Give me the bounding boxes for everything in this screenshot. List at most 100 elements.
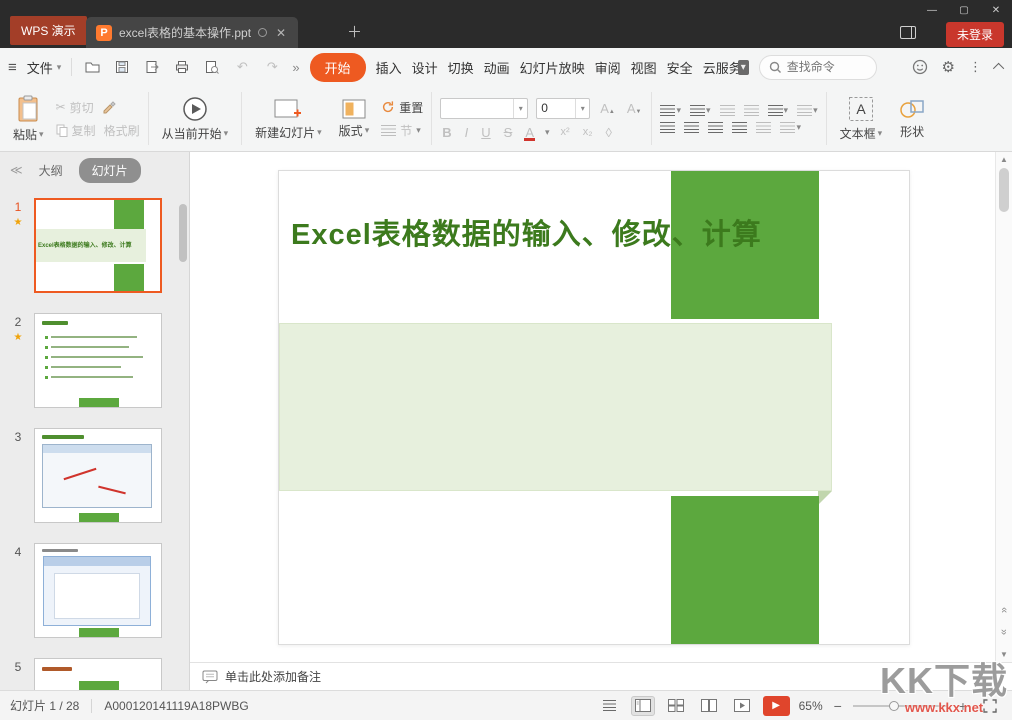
menu-tab-transition[interactable]: 切换 xyxy=(448,58,474,77)
zoom-slider[interactable] xyxy=(853,699,948,713)
panel-scrollbar[interactable] xyxy=(179,192,187,686)
scroll-up-icon[interactable]: ▲ xyxy=(996,155,1012,164)
cut-button[interactable]: ✂剪切 xyxy=(56,99,94,116)
reset-button[interactable]: 重置 xyxy=(381,99,423,116)
justify-button[interactable] xyxy=(732,122,747,133)
collapse-ribbon-icon[interactable] xyxy=(993,63,1004,74)
textbox-button[interactable]: A 文本框▾ xyxy=(835,94,888,144)
open-folder-icon[interactable] xyxy=(82,57,102,77)
save-icon[interactable] xyxy=(112,57,132,77)
thumbnail-card[interactable] xyxy=(34,313,162,408)
superscript-button[interactable]: x² xyxy=(559,126,572,138)
underline-button[interactable]: U xyxy=(479,125,492,140)
collapse-panel-icon[interactable]: ≪ xyxy=(10,163,23,177)
tab-close-icon[interactable]: ✕ xyxy=(274,26,288,40)
thumbnail-card[interactable] xyxy=(34,543,162,638)
bullets-button[interactable]: ▾ xyxy=(660,105,681,116)
previous-slide-button[interactable]: « xyxy=(996,600,1012,618)
format-painter-button[interactable]: 格式刷 xyxy=(104,122,140,139)
font-size-combo[interactable]: ▾ xyxy=(536,98,590,119)
print-preview-icon[interactable] xyxy=(202,57,222,77)
chevron-down-icon[interactable]: ▾ xyxy=(575,99,589,118)
slide-thumbnail-2[interactable]: 2 ★ xyxy=(6,313,189,408)
thumbnail-card[interactable] xyxy=(34,428,162,523)
notes-bar[interactable]: 单击此处添加备注 xyxy=(190,662,1012,690)
file-menu[interactable]: 文件 ▾ xyxy=(27,58,62,77)
menu-tab-slideshow[interactable]: 幻灯片放映 xyxy=(520,58,585,77)
scroll-down-icon[interactable]: ▼ xyxy=(996,650,1012,659)
document-tab[interactable]: P excel表格的基本操作.ppt ✕ xyxy=(86,17,298,48)
new-tab-button[interactable]: ＋ xyxy=(347,21,362,42)
close-button[interactable]: ✕ xyxy=(980,0,1012,20)
main-scrollbar[interactable]: ▲ « « ▼ xyxy=(995,152,1012,662)
distribute-button[interactable] xyxy=(756,122,771,133)
play-slideshow-button[interactable]: ▶ xyxy=(763,696,790,716)
copy-button[interactable]: 复制 xyxy=(56,122,96,139)
menu-tab-design[interactable]: 设计 xyxy=(412,58,438,77)
numbering-button[interactable]: ▾ xyxy=(690,105,711,116)
export-icon[interactable] xyxy=(142,57,162,77)
menu-tab-home[interactable]: 开始 xyxy=(310,53,366,82)
print-icon[interactable] xyxy=(172,57,192,77)
font-name-combo[interactable]: ▾ xyxy=(440,98,528,119)
zoom-in-button[interactable]: + xyxy=(957,698,969,714)
maximize-button[interactable]: ▢ xyxy=(948,0,980,20)
search-input[interactable] xyxy=(787,60,867,74)
menu-tabs-overflow-icon[interactable]: ▾ xyxy=(738,60,749,75)
decrease-indent-button[interactable] xyxy=(720,105,735,116)
play-from-current-button[interactable]: 从当前开始▾ xyxy=(157,94,234,144)
menu-tab-insert[interactable]: 插入 xyxy=(376,58,402,77)
main-scrollbar-thumb[interactable] xyxy=(999,168,1009,212)
task-pane-toggle-icon[interactable] xyxy=(900,26,916,39)
slide-green-rect-bottom[interactable] xyxy=(671,496,819,644)
subscript-button[interactable]: x₂ xyxy=(581,126,595,138)
slide-thumbnail-3[interactable]: 3 xyxy=(6,428,189,523)
settings-gear-icon[interactable]: ⚙ xyxy=(942,58,955,76)
quick-access-overflow-icon[interactable]: » xyxy=(292,60,299,75)
hamburger-icon[interactable]: ≡ xyxy=(8,59,17,76)
slide-thumbnail-1[interactable]: 1 ★ Excel表格数据的输入、修改、计算 xyxy=(6,198,189,293)
zoom-value[interactable]: 65% xyxy=(799,699,823,713)
font-size-input[interactable] xyxy=(537,101,575,115)
feedback-smiley-icon[interactable] xyxy=(912,59,928,75)
minimize-button[interactable]: — xyxy=(916,0,948,20)
text-direction-button[interactable]: ▾ xyxy=(797,105,818,116)
increase-indent-button[interactable] xyxy=(744,105,759,116)
menu-tab-security[interactable]: 安全 xyxy=(667,58,693,77)
slide-editor-canvas[interactable]: Excel表格数据的输入、修改、计算 xyxy=(190,152,995,662)
next-slide-button[interactable]: « xyxy=(996,622,1012,640)
slide-thumbnail-5[interactable]: 5 xyxy=(6,658,189,690)
command-search[interactable] xyxy=(759,55,877,80)
section-button[interactable]: 节 ▾ xyxy=(381,122,423,139)
thumbnail-card[interactable] xyxy=(34,658,162,690)
menu-tab-review[interactable]: 审阅 xyxy=(595,58,621,77)
zoom-out-button[interactable]: − xyxy=(832,698,844,714)
more-options-icon[interactable]: ⋮ xyxy=(969,59,982,75)
undo-icon[interactable]: ↶ xyxy=(232,57,252,77)
clear-format-button[interactable]: ◊ xyxy=(603,125,613,140)
grow-font-button[interactable]: A▲ xyxy=(598,101,617,116)
strikethrough-button[interactable]: S xyxy=(502,125,515,140)
notes-toggle-icon[interactable] xyxy=(598,696,622,716)
align-right-button[interactable] xyxy=(708,122,723,133)
thumbnail-card[interactable]: Excel表格数据的输入、修改、计算 xyxy=(34,198,162,293)
italic-button[interactable]: I xyxy=(463,125,471,140)
redo-icon[interactable]: ↷ xyxy=(262,57,282,77)
font-color-button[interactable]: A xyxy=(523,125,536,140)
font-name-input[interactable] xyxy=(441,101,513,115)
menu-tab-animation[interactable]: 动画 xyxy=(484,58,510,77)
panel-scrollbar-thumb[interactable] xyxy=(179,204,187,262)
view-reading-button[interactable] xyxy=(697,696,721,716)
line-spacing-button[interactable]: ▾ xyxy=(768,105,789,116)
paste-button[interactable]: 粘贴▾ xyxy=(8,93,49,145)
slide-title-band[interactable] xyxy=(279,323,832,491)
fit-slide-button[interactable] xyxy=(978,696,1002,716)
wps-app-button[interactable]: WPS 演示 xyxy=(10,16,87,45)
view-normal-button[interactable] xyxy=(631,696,655,716)
chevron-down-icon[interactable]: ▾ xyxy=(513,99,527,118)
menu-tab-view[interactable]: 视图 xyxy=(631,58,657,77)
new-slide-button[interactable]: 新建幻灯片▾ xyxy=(250,95,327,143)
zoom-slider-handle[interactable] xyxy=(889,701,899,711)
slide-thumbnail-4[interactable]: 4 xyxy=(6,543,189,638)
login-badge[interactable]: 未登录 xyxy=(946,22,1004,47)
